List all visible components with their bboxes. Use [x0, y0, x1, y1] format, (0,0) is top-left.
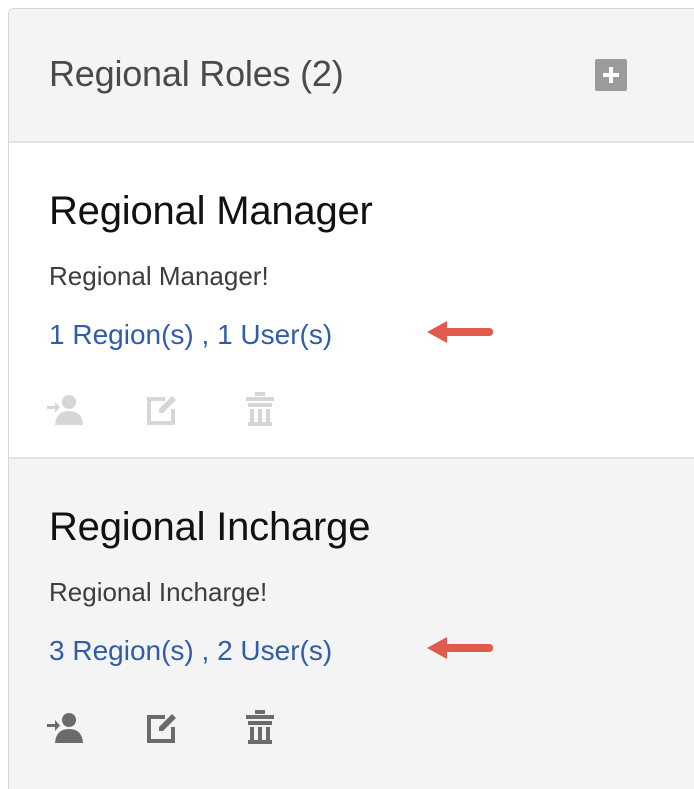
trash-icon[interactable]: [245, 709, 275, 745]
add-role-button[interactable]: [595, 59, 627, 91]
role-description: Regional Manager!: [49, 261, 269, 291]
assign-user-icon[interactable]: [47, 711, 85, 745]
edit-icon[interactable]: [145, 711, 179, 745]
panel-header: Regional Roles (2): [9, 9, 694, 143]
assign-user-icon[interactable]: [47, 393, 85, 427]
arrow-left-icon: [427, 321, 493, 343]
role-name: Regional Incharge: [49, 505, 371, 549]
role-name: Regional Manager: [49, 189, 373, 233]
plus-icon: [603, 67, 619, 83]
role-card-regional-incharge: Regional Incharge Regional Incharge! 3 R…: [9, 459, 694, 789]
role-summary-link[interactable]: 3 Region(s) , 2 User(s): [49, 635, 332, 667]
edit-icon[interactable]: [145, 393, 179, 427]
regional-roles-panel: Regional Roles (2) Regional Manager Regi…: [8, 8, 694, 789]
role-card-regional-manager: Regional Manager Regional Manager! 1 Reg…: [9, 143, 694, 459]
role-description: Regional Incharge!: [49, 577, 268, 607]
arrow-left-icon: [427, 637, 493, 659]
role-summary-link[interactable]: 1 Region(s) , 1 User(s): [49, 319, 332, 351]
trash-icon[interactable]: [245, 391, 275, 427]
panel-title: Regional Roles (2): [49, 53, 344, 94]
